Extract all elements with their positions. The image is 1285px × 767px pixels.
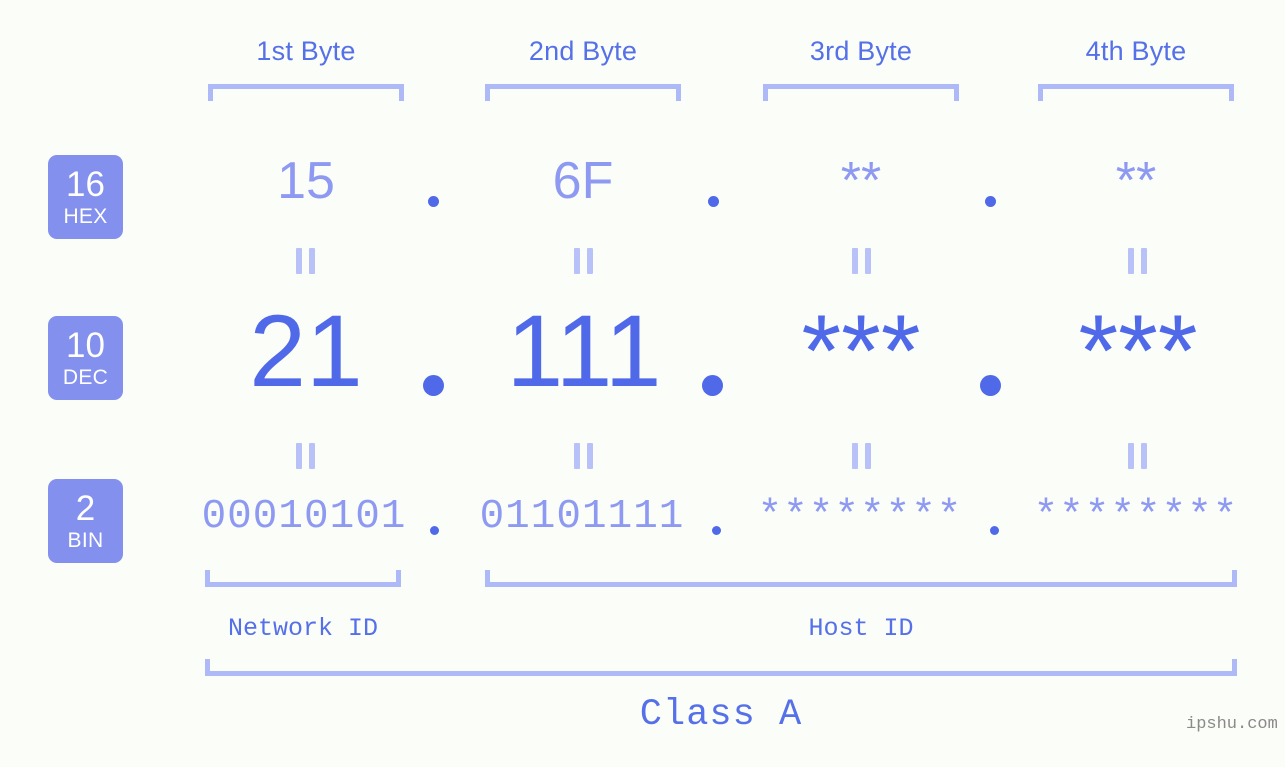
network-id-label: Network ID [227,614,379,643]
hex-octet-2: 6F [552,152,614,210]
bin-separator-dot-2 [712,526,721,535]
hex-octet-1: 15 [277,152,335,210]
byte-header-3: 3rd Byte [809,36,913,66]
base-badge-hex-number: 16 [66,165,105,204]
dec-octet-3: *** [801,294,921,408]
site-watermark: ipshu.com [1186,715,1278,734]
byte-bracket-2 [485,84,681,101]
byte-header-2: 2nd Byte [528,36,638,66]
dec-separator-dot-2 [702,375,723,396]
byte-header-4: 4th Byte [1085,36,1187,66]
base-badge-dec-number: 10 [66,326,105,365]
equals-sign-dec-bin-3 [852,443,871,469]
bin-separator-dot-3 [990,526,999,535]
equals-sign-hex-dec-3 [852,248,871,274]
equals-sign-hex-dec-4 [1128,248,1147,274]
bin-separator-dot-1 [430,526,439,535]
base-badge-bin: 2 BIN [48,479,123,563]
dec-octet-4: *** [1078,294,1198,408]
base-badge-bin-name: BIN [67,529,104,552]
byte-bracket-1 [208,84,404,101]
dec-separator-dot-1 [423,375,444,396]
equals-sign-dec-bin-1 [296,443,315,469]
hex-octet-3: ** [840,152,882,210]
byte-bracket-4 [1038,84,1234,101]
equals-sign-dec-bin-4 [1128,443,1147,469]
network-id-bracket [205,570,401,587]
base-badge-hex: 16 HEX [48,155,123,239]
bin-octet-3: ******** [757,494,963,540]
dec-separator-dot-3 [980,375,1001,396]
base-badge-dec-name: DEC [62,366,109,389]
base-badge-bin-number: 2 [75,489,96,528]
hex-separator-dot-3 [985,196,996,207]
base-badge-dec: 10 DEC [48,316,123,400]
equals-sign-hex-dec-1 [296,248,315,274]
dec-octet-2: 111 [506,294,662,408]
equals-sign-hex-dec-2 [574,248,593,274]
byte-bracket-3 [763,84,959,101]
byte-header-1: 1st Byte [256,36,356,66]
class-bracket [205,659,1237,676]
hex-octet-4: ** [1115,152,1157,210]
ip-address-breakdown-diagram: 1st Byte 2nd Byte 3rd Byte 4th Byte 16 H… [0,0,1285,767]
base-badge-hex-name: HEX [63,205,108,228]
bin-octet-2: 01101111 [479,494,685,540]
dec-octet-1: 21 [249,294,363,408]
class-label: Class A [639,694,803,736]
equals-sign-dec-bin-2 [574,443,593,469]
bin-octet-1: 00010101 [201,494,407,540]
hex-separator-dot-1 [428,196,439,207]
host-id-bracket [485,570,1237,587]
bin-octet-4: ******** [1033,494,1239,540]
host-id-label: Host ID [808,614,914,643]
hex-separator-dot-2 [708,196,719,207]
